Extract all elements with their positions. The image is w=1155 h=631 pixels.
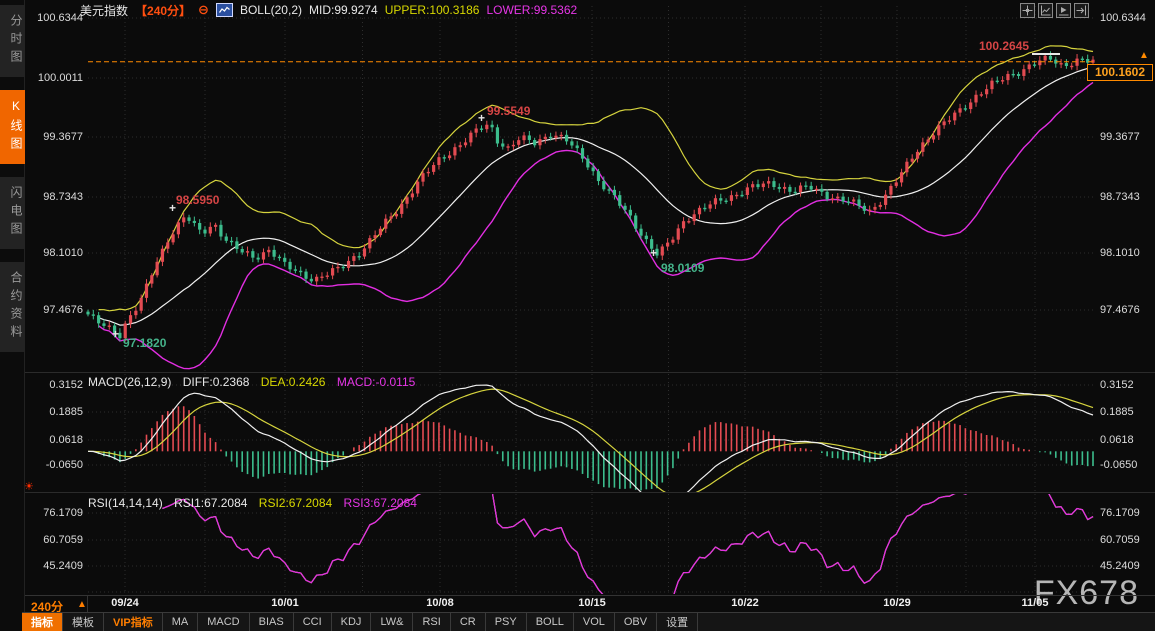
price-annotation: 99.5549 <box>487 104 530 118</box>
extreme-cross-marker: + <box>650 248 657 258</box>
boll-mid-value: MID:99.9274 <box>309 3 378 17</box>
y-axis-label: 100.6344 <box>1100 12 1146 24</box>
y-axis-label: -0.0650 <box>1100 459 1137 471</box>
toolbar-tab[interactable]: RSI <box>413 613 450 631</box>
panel-divider <box>25 372 1155 373</box>
toolbar-tab[interactable]: OBV <box>615 613 657 631</box>
toolbar-tab[interactable]: 指标 <box>22 613 63 631</box>
toolbar-tab[interactable]: KDJ <box>332 613 372 631</box>
x-axis-row: 240分 ▲ <box>25 595 1155 613</box>
move-crosshair-icon[interactable] <box>1020 3 1035 18</box>
axis-play-icon[interactable] <box>1056 3 1071 18</box>
rsi2-value: RSI2:67.2084 <box>259 496 332 510</box>
mini-chart-icon[interactable] <box>216 3 233 17</box>
macd-dea-value: DEA:0.2426 <box>261 375 326 389</box>
axis-scale-left-icon[interactable] <box>1038 3 1053 18</box>
sidebar-tab-item[interactable]: 合约资料 <box>0 262 25 352</box>
panel-divider <box>25 492 1155 493</box>
toolbar-tab[interactable]: 设置 <box>657 613 698 631</box>
rsi1-value: RSI1:67.2084 <box>174 496 247 510</box>
symbol-title: 美元指数 <box>80 2 128 19</box>
boll-upper-value: UPPER:100.3186 <box>385 3 480 17</box>
y-axis-label: 0.0618 <box>1100 434 1134 446</box>
toolbar-tab[interactable]: CR <box>451 613 486 631</box>
y-axis-label: 76.1709 <box>1100 507 1140 519</box>
rsi-header: RSI(14,14,14) RSI1:67.2084 RSI2:67.2084 … <box>88 496 425 510</box>
sidebar-tab-item[interactable]: 分时图 <box>0 5 25 77</box>
extreme-cross-marker: + <box>478 113 485 123</box>
macd-header: MACD(26,12,9) DIFF:0.2368 DEA:0.2426 MAC… <box>88 375 423 389</box>
price-annotation: 100.2645 <box>979 39 1029 53</box>
y-axis-label: 45.2409 <box>1100 560 1140 572</box>
rsi-title: RSI(14,14,14) <box>88 496 163 510</box>
extreme-cross-marker: + <box>112 329 119 339</box>
toolbar-tab[interactable]: VIP指标 <box>104 613 163 631</box>
toolbar-tab[interactable]: BIAS <box>250 613 294 631</box>
toolbar-tab[interactable]: LW& <box>371 613 413 631</box>
price-annotation: 98.0109 <box>661 261 704 275</box>
toolbar-tab[interactable]: 模板 <box>63 613 104 631</box>
extreme-cross-marker: + <box>169 203 176 213</box>
toolbar-tab[interactable]: VOL <box>574 613 615 631</box>
boll-lower-value: LOWER:99.5362 <box>486 3 577 17</box>
toolbar-tab[interactable]: MACD <box>198 613 249 631</box>
price-up-arrow-icon: ▲ <box>1139 50 1149 61</box>
y-axis-label: 0.1885 <box>1100 406 1134 418</box>
toolbar-tab[interactable]: MA <box>163 613 199 631</box>
chart-tools <box>1020 3 1089 18</box>
y-axis-label: 98.7343 <box>1100 191 1140 203</box>
rsi3-value: RSI3:67.2084 <box>344 496 417 510</box>
chart-canvas[interactable] <box>0 0 1155 631</box>
macd-title: MACD(26,12,9) <box>88 375 171 389</box>
y-axis-label: 0.3152 <box>1100 379 1134 391</box>
collapse-icon[interactable]: ⊖ <box>198 2 209 18</box>
trading-terminal: 分时图 K线图闪电图合约资料 美元指数 【240分】 ⊖ BOLL(20,2) M… <box>0 0 1155 631</box>
divider <box>87 596 88 613</box>
y-axis-label: 60.7059 <box>1100 534 1140 546</box>
y-axis-label: 98.1010 <box>1100 247 1140 259</box>
price-annotation: 97.1820 <box>123 336 166 350</box>
indicator-toolbar: 指标模板VIP指标MAMACDBIASCCIKDJLW&RSICRPSYBOLL… <box>22 612 1155 631</box>
alert-sun-icon[interactable]: ☀ <box>24 480 34 493</box>
y-axis-label: 99.3677 <box>1100 131 1140 143</box>
high-tick-mark <box>1032 53 1060 55</box>
last-price-label: 100.1602 <box>1087 64 1153 81</box>
toolbar-tab[interactable]: CCI <box>294 613 332 631</box>
macd-macd-value: MACD:-0.0115 <box>337 375 415 389</box>
toolbar-tab[interactable]: PSY <box>486 613 527 631</box>
period-arrow-icon[interactable]: ▲ <box>77 599 87 610</box>
y-axis-label: 97.4676 <box>1100 304 1140 316</box>
axis-shift-right-icon[interactable] <box>1074 3 1089 18</box>
period-tag: 【240分】 <box>135 2 191 19</box>
boll-indicator-label: BOLL(20,2) <box>240 3 302 17</box>
price-annotation: 98.5950 <box>176 193 219 207</box>
sidebar-tab-item[interactable]: 闪电图 <box>0 177 25 249</box>
macd-diff-value: DIFF:0.2368 <box>183 375 250 389</box>
toolbar-tab[interactable]: BOLL <box>527 613 574 631</box>
sidebar: 分时图 K线图闪电图合约资料 <box>0 0 25 631</box>
chart-header: 美元指数 【240分】 ⊖ BOLL(20,2) MID:99.9274 UPP… <box>80 2 577 18</box>
sidebar-tab-active[interactable]: K线图 <box>0 90 25 164</box>
